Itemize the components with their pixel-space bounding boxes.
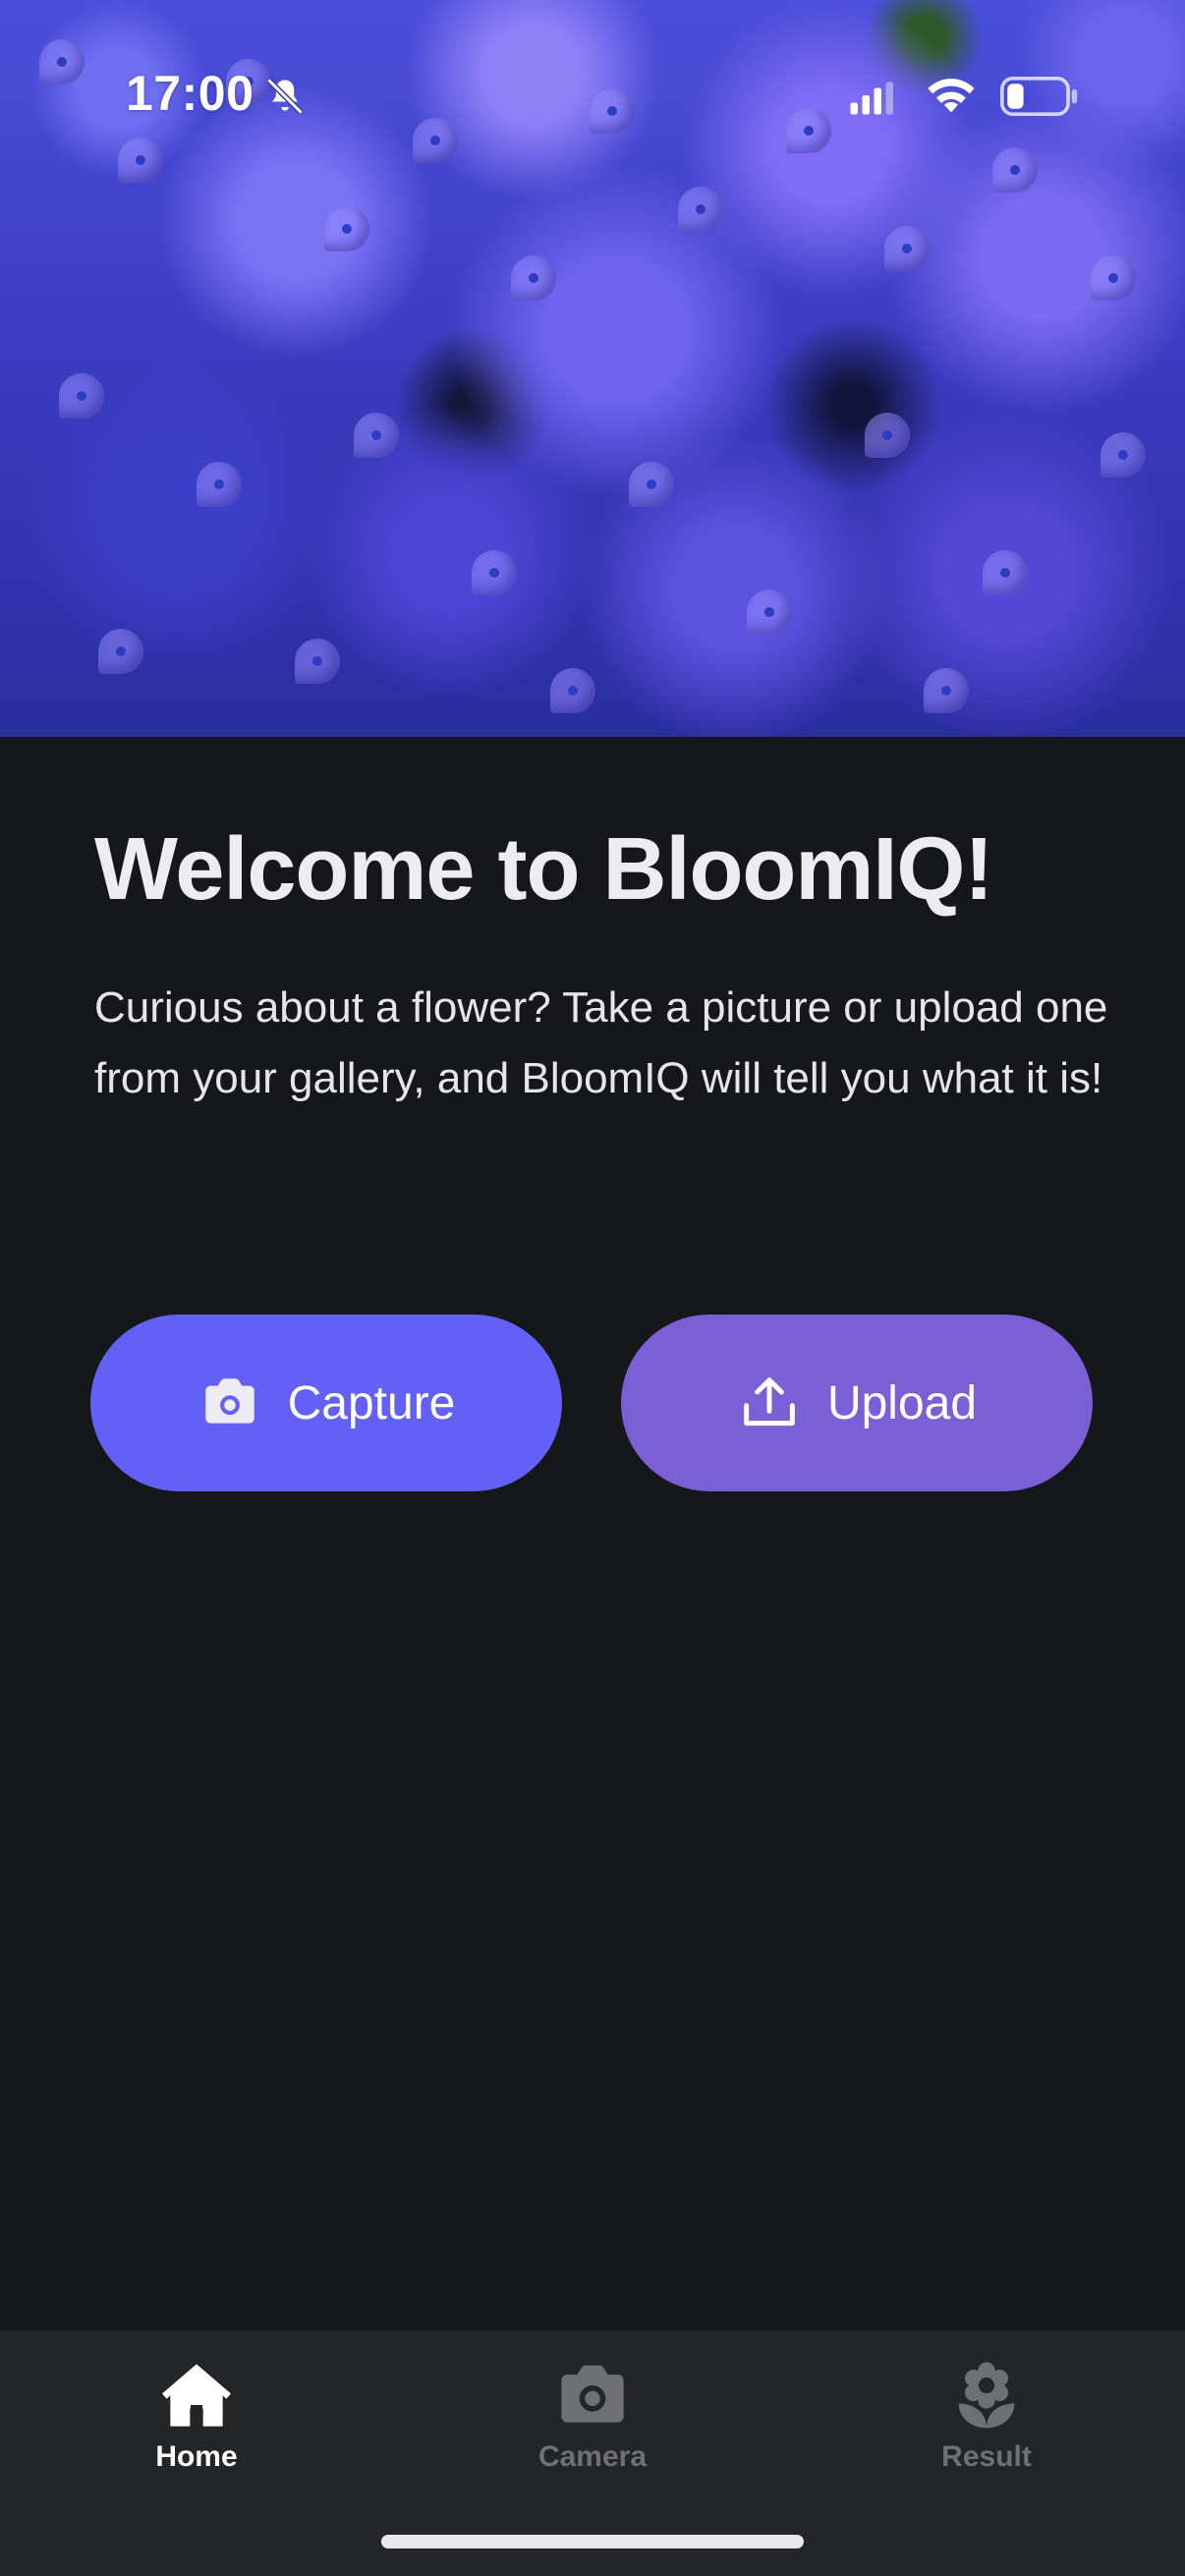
signal-icon <box>850 82 893 115</box>
capture-button-label: Capture <box>287 1376 456 1429</box>
capture-button[interactable]: Capture <box>90 1315 562 1491</box>
home-indicator[interactable] <box>381 2535 804 2548</box>
battery-icon <box>1000 77 1078 116</box>
welcome-description: Curious about a flower? Take a picture o… <box>94 983 1108 1102</box>
nav-tab-result[interactable]: Result <box>869 2356 1104 2503</box>
nav-label-camera: Camera <box>537 2440 648 2473</box>
status-time: 17:00 <box>126 66 254 121</box>
home-screen: 17:00 Welcome to BloomIQ! Curious about … <box>0 0 1185 2576</box>
upload-icon <box>744 1377 795 1427</box>
nav-tab-home[interactable]: Home <box>79 2356 314 2503</box>
bell-off-icon <box>266 78 304 115</box>
nav-tab-camera[interactable]: Camera <box>475 2356 710 2503</box>
camera-icon <box>204 1378 254 1424</box>
home-icon <box>162 2364 231 2427</box>
status-bar: 17:00 <box>0 0 1185 196</box>
page-title: Welcome to BloomIQ! <box>94 820 993 919</box>
wifi-icon <box>928 79 975 113</box>
nav-label-home: Home <box>155 2440 238 2473</box>
camera-icon <box>561 2365 624 2423</box>
upload-button[interactable]: Upload <box>621 1315 1093 1491</box>
flower-icon <box>958 2362 1015 2429</box>
upload-button-label: Upload <box>826 1376 978 1429</box>
nav-label-result: Result <box>941 2440 1032 2473</box>
